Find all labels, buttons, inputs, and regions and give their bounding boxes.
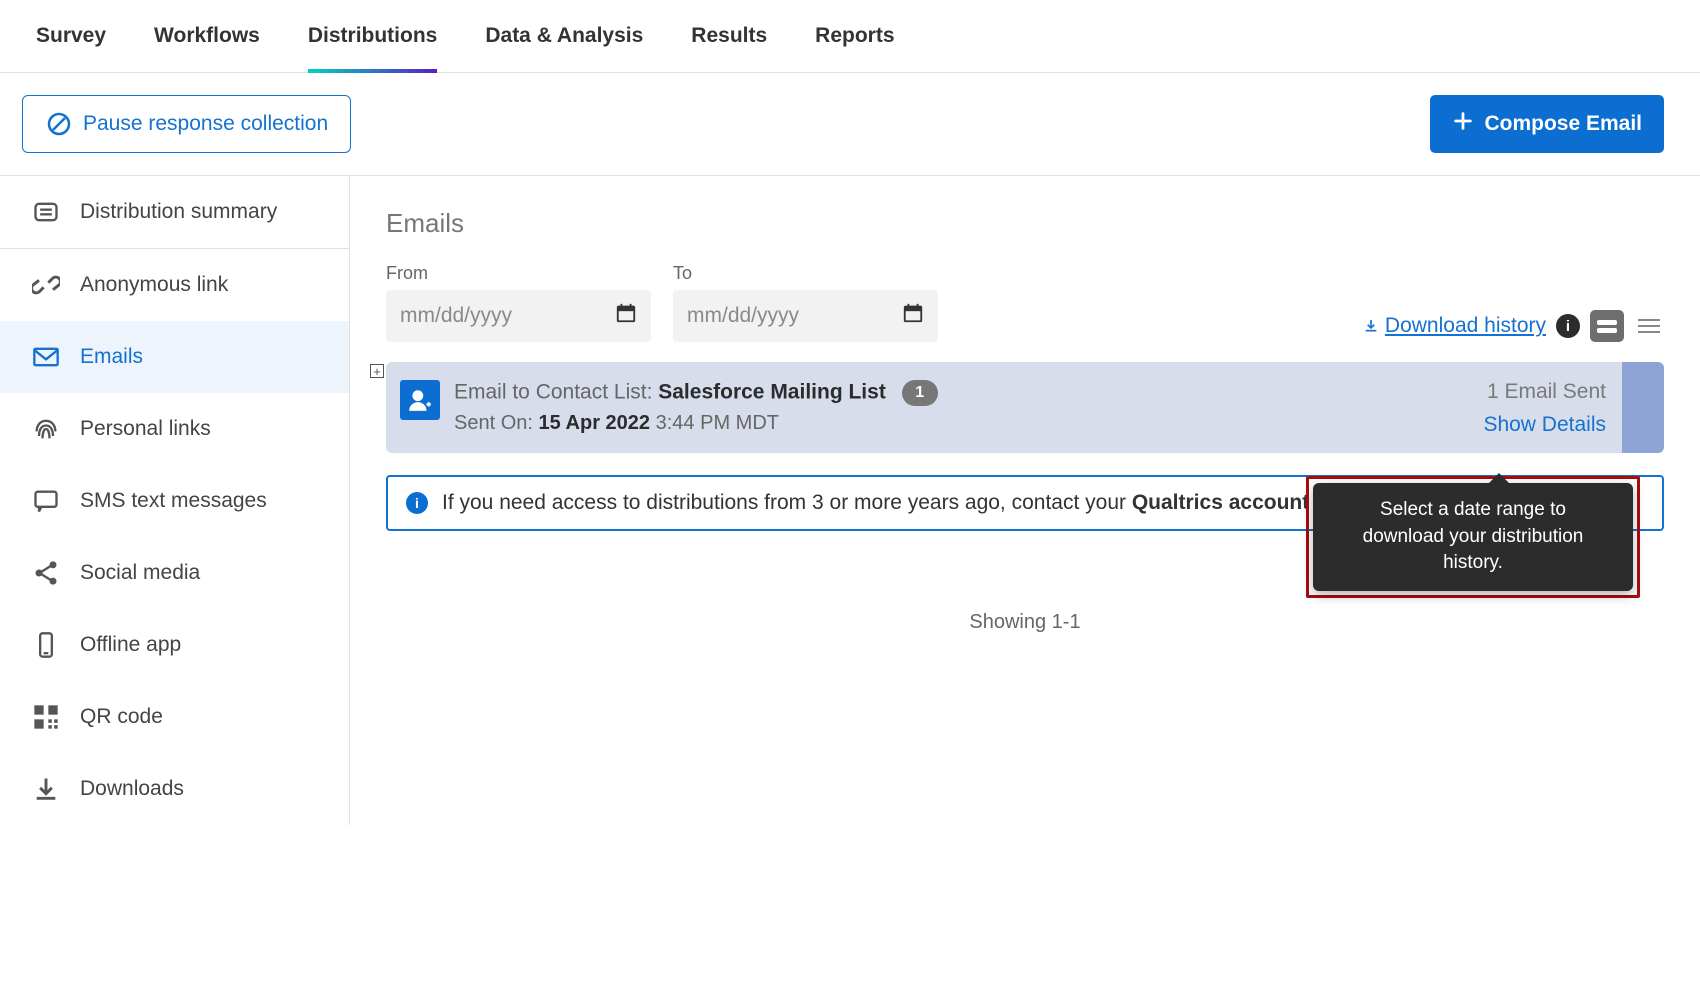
qr-icon [32,703,60,731]
sidebar-item-offline[interactable]: Offline app [0,609,349,681]
sent-prefix: Sent On: [454,412,539,434]
filter-row: From mm/dd/yyyy To mm/dd/yyyy [386,263,1664,342]
summary-icon [32,198,60,226]
sidebar-item-qr[interactable]: QR code [0,681,349,753]
sidebar-item-downloads[interactable]: Downloads [0,753,349,825]
sidebar-item-label: Personal links [80,417,211,441]
card-count-badge: 1 [902,380,938,406]
sidebar-item-label: Anonymous link [80,273,228,297]
tooltip: Select a date range to download your dis… [1313,483,1633,591]
filter-actions: Download history i [1363,310,1664,342]
download-history-label: Download history [1385,314,1546,338]
sidebar-item-label: Social media [80,561,200,585]
card-list-name: Salesforce Mailing List [658,381,886,404]
tab-distributions[interactable]: Distributions [308,0,438,72]
top-nav: Survey Workflows Distributions Data & An… [0,0,1700,73]
calendar-icon [615,302,637,330]
to-date-input[interactable]: mm/dd/yyyy [673,290,938,342]
sidebar-item-label: Downloads [80,777,184,801]
page-title: Emails [386,208,1664,239]
sent-time: 3:44 PM MDT [650,412,779,434]
download-icon [32,775,60,803]
from-date-input[interactable]: mm/dd/yyyy [386,290,651,342]
sms-icon [32,487,60,515]
to-label: To [673,263,938,284]
fingerprint-icon [32,415,60,443]
sidebar-item-emails[interactable]: Emails [0,321,349,393]
tooltip-highlight: Select a date range to download your dis… [1306,476,1640,598]
sidebar: Distribution summary Anonymous link Emai… [0,176,350,825]
link-icon [32,271,60,299]
contact-add-icon [400,380,440,420]
sidebar-item-label: SMS text messages [80,489,267,513]
from-field-wrapper: From mm/dd/yyyy [386,263,651,342]
tab-results[interactable]: Results [691,0,767,72]
tab-workflows[interactable]: Workflows [154,0,260,72]
email-sent-status: 1 Email Sent [1487,380,1606,404]
sidebar-item-personal[interactable]: Personal links [0,393,349,465]
sidebar-item-anonymous[interactable]: Anonymous link [0,249,349,321]
plus-icon [1452,110,1474,138]
tab-data-analysis[interactable]: Data & Analysis [485,0,643,72]
sidebar-item-social[interactable]: Social media [0,537,349,609]
sent-date: 15 Apr 2022 [539,412,651,434]
pause-icon [45,110,73,138]
info-icon[interactable]: i [1556,314,1580,338]
tab-reports[interactable]: Reports [815,0,894,72]
tab-survey[interactable]: Survey [36,0,106,72]
calendar-icon [902,302,924,330]
view-list-toggle[interactable] [1634,315,1664,337]
from-placeholder: mm/dd/yyyy [400,304,512,328]
action-bar: Pause response collection Compose Email [0,73,1700,176]
pagination-text: Showing 1-1 [386,611,1664,634]
sidebar-item-label: Offline app [80,633,181,657]
pause-label: Pause response collection [83,112,328,136]
from-label: From [386,263,651,284]
download-arrow-icon [1363,318,1379,334]
card-sent-on: Sent On: 15 Apr 2022 3:44 PM MDT [454,412,1600,435]
content: Emails From mm/dd/yyyy To mm/dd/yyyy [350,176,1700,825]
email-distribution-card[interactable]: Email to Contact List: Salesforce Mailin… [386,362,1664,453]
share-icon [32,559,60,587]
sidebar-item-label: QR code [80,705,163,729]
download-history-link[interactable]: Download history [1363,314,1546,338]
email-icon [32,343,60,371]
sidebar-item-sms[interactable]: SMS text messages [0,465,349,537]
card-accent-strip [1622,362,1664,453]
to-field-wrapper: To mm/dd/yyyy [673,263,938,342]
card-prefix: Email to Contact List: [454,381,658,404]
main-layout: Distribution summary Anonymous link Emai… [0,176,1700,825]
view-card-toggle[interactable] [1590,310,1624,342]
sidebar-item-label: Emails [80,345,143,369]
compose-email-button[interactable]: Compose Email [1430,95,1664,153]
expand-card-button[interactable]: + [370,364,384,378]
card-title: Email to Contact List: Salesforce Mailin… [454,380,1600,406]
pause-response-button[interactable]: Pause response collection [22,95,351,153]
show-details-link[interactable]: Show Details [1483,413,1606,437]
sidebar-item-label: Distribution summary [80,200,277,224]
compose-label: Compose Email [1484,112,1642,136]
phone-icon [32,631,60,659]
to-placeholder: mm/dd/yyyy [687,304,799,328]
sidebar-item-summary[interactable]: Distribution summary [0,176,349,249]
info-icon: i [406,492,428,514]
